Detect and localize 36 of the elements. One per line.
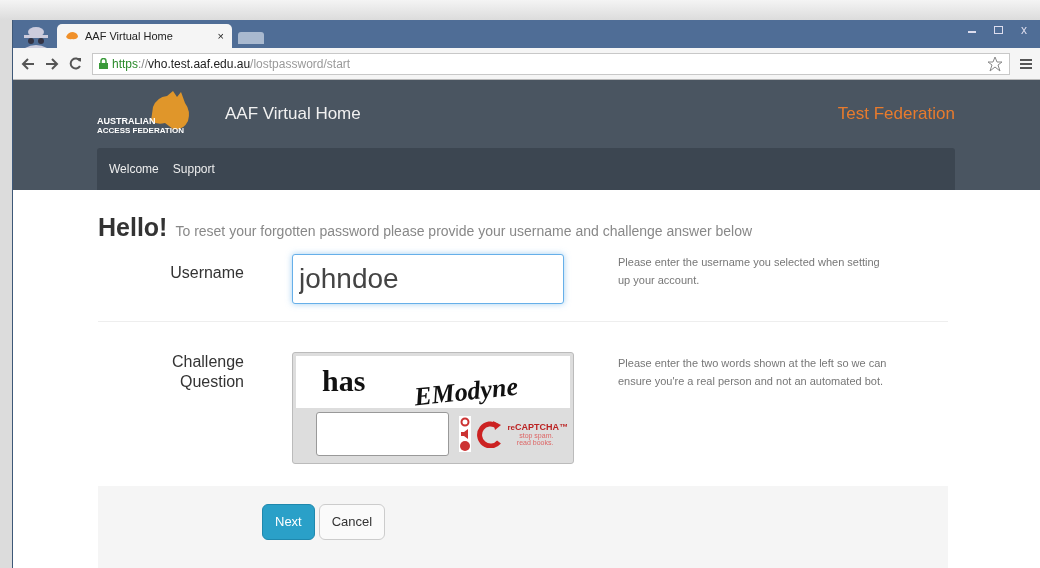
browser-tab[interactable]: AAF Virtual Home ×: [57, 24, 232, 48]
logo-text: ACCESS FEDERATION: [97, 127, 184, 135]
tab-title: AAF Virtual Home: [85, 28, 174, 44]
url-text: https://vho.test.aaf.edu.au/lostpassword/start: [112, 55, 352, 73]
logo-text: AUSTRALIAN: [97, 117, 157, 126]
menu-icon[interactable]: [1020, 58, 1032, 69]
page-subtitle: To reset your forgotten password please provide your username and challenge answer below: [175, 222, 753, 241]
star-icon[interactable]: [987, 55, 1003, 72]
captcha-word: has: [322, 363, 366, 399]
help-text: Please enter the two words shown at the left so we can ensure you're a real person and not an automated bot.: [618, 357, 887, 387]
field-label: Username: [169, 263, 244, 283]
cancel-button[interactable]: Cancel: [318, 504, 386, 540]
maximize-icon: [993, 26, 1003, 34]
page-heading: Hello!: [98, 212, 168, 242]
help-text: Please enter the username you selected when setting up your account.: [618, 256, 880, 286]
federation-label: Test Federation: [837, 103, 955, 126]
field-label: Challenge Question: [170, 352, 244, 392]
tab-close-button[interactable]: ×: [217, 27, 224, 45]
refresh-icon[interactable]: [460, 417, 471, 427]
captcha-word: EModyne: [412, 370, 520, 414]
address-bar[interactable]: https://vho.test.aaf.edu.au/lostpassword/start: [92, 52, 1010, 75]
username-field[interactable]: johndoe: [292, 254, 564, 304]
favicon-icon: [65, 31, 79, 41]
captcha-logo-icon: [477, 420, 504, 448]
forward-icon[interactable]: [45, 57, 59, 70]
back-icon[interactable]: [21, 57, 35, 70]
reload-icon[interactable]: [69, 57, 82, 70]
captcha-brand: reCAPTCHA™: [507, 422, 568, 432]
close-button[interactable]: x: [1012, 20, 1036, 40]
lock-icon: [99, 58, 108, 69]
incognito-icon: [21, 24, 51, 48]
site-title: AAF Virtual Home: [225, 103, 361, 126]
speaker-icon[interactable]: [460, 429, 471, 439]
answer-field[interactable]: [316, 412, 450, 456]
nav-link[interactable]: Support: [172, 160, 215, 178]
nav-link[interactable]: Welcome: [109, 160, 159, 178]
